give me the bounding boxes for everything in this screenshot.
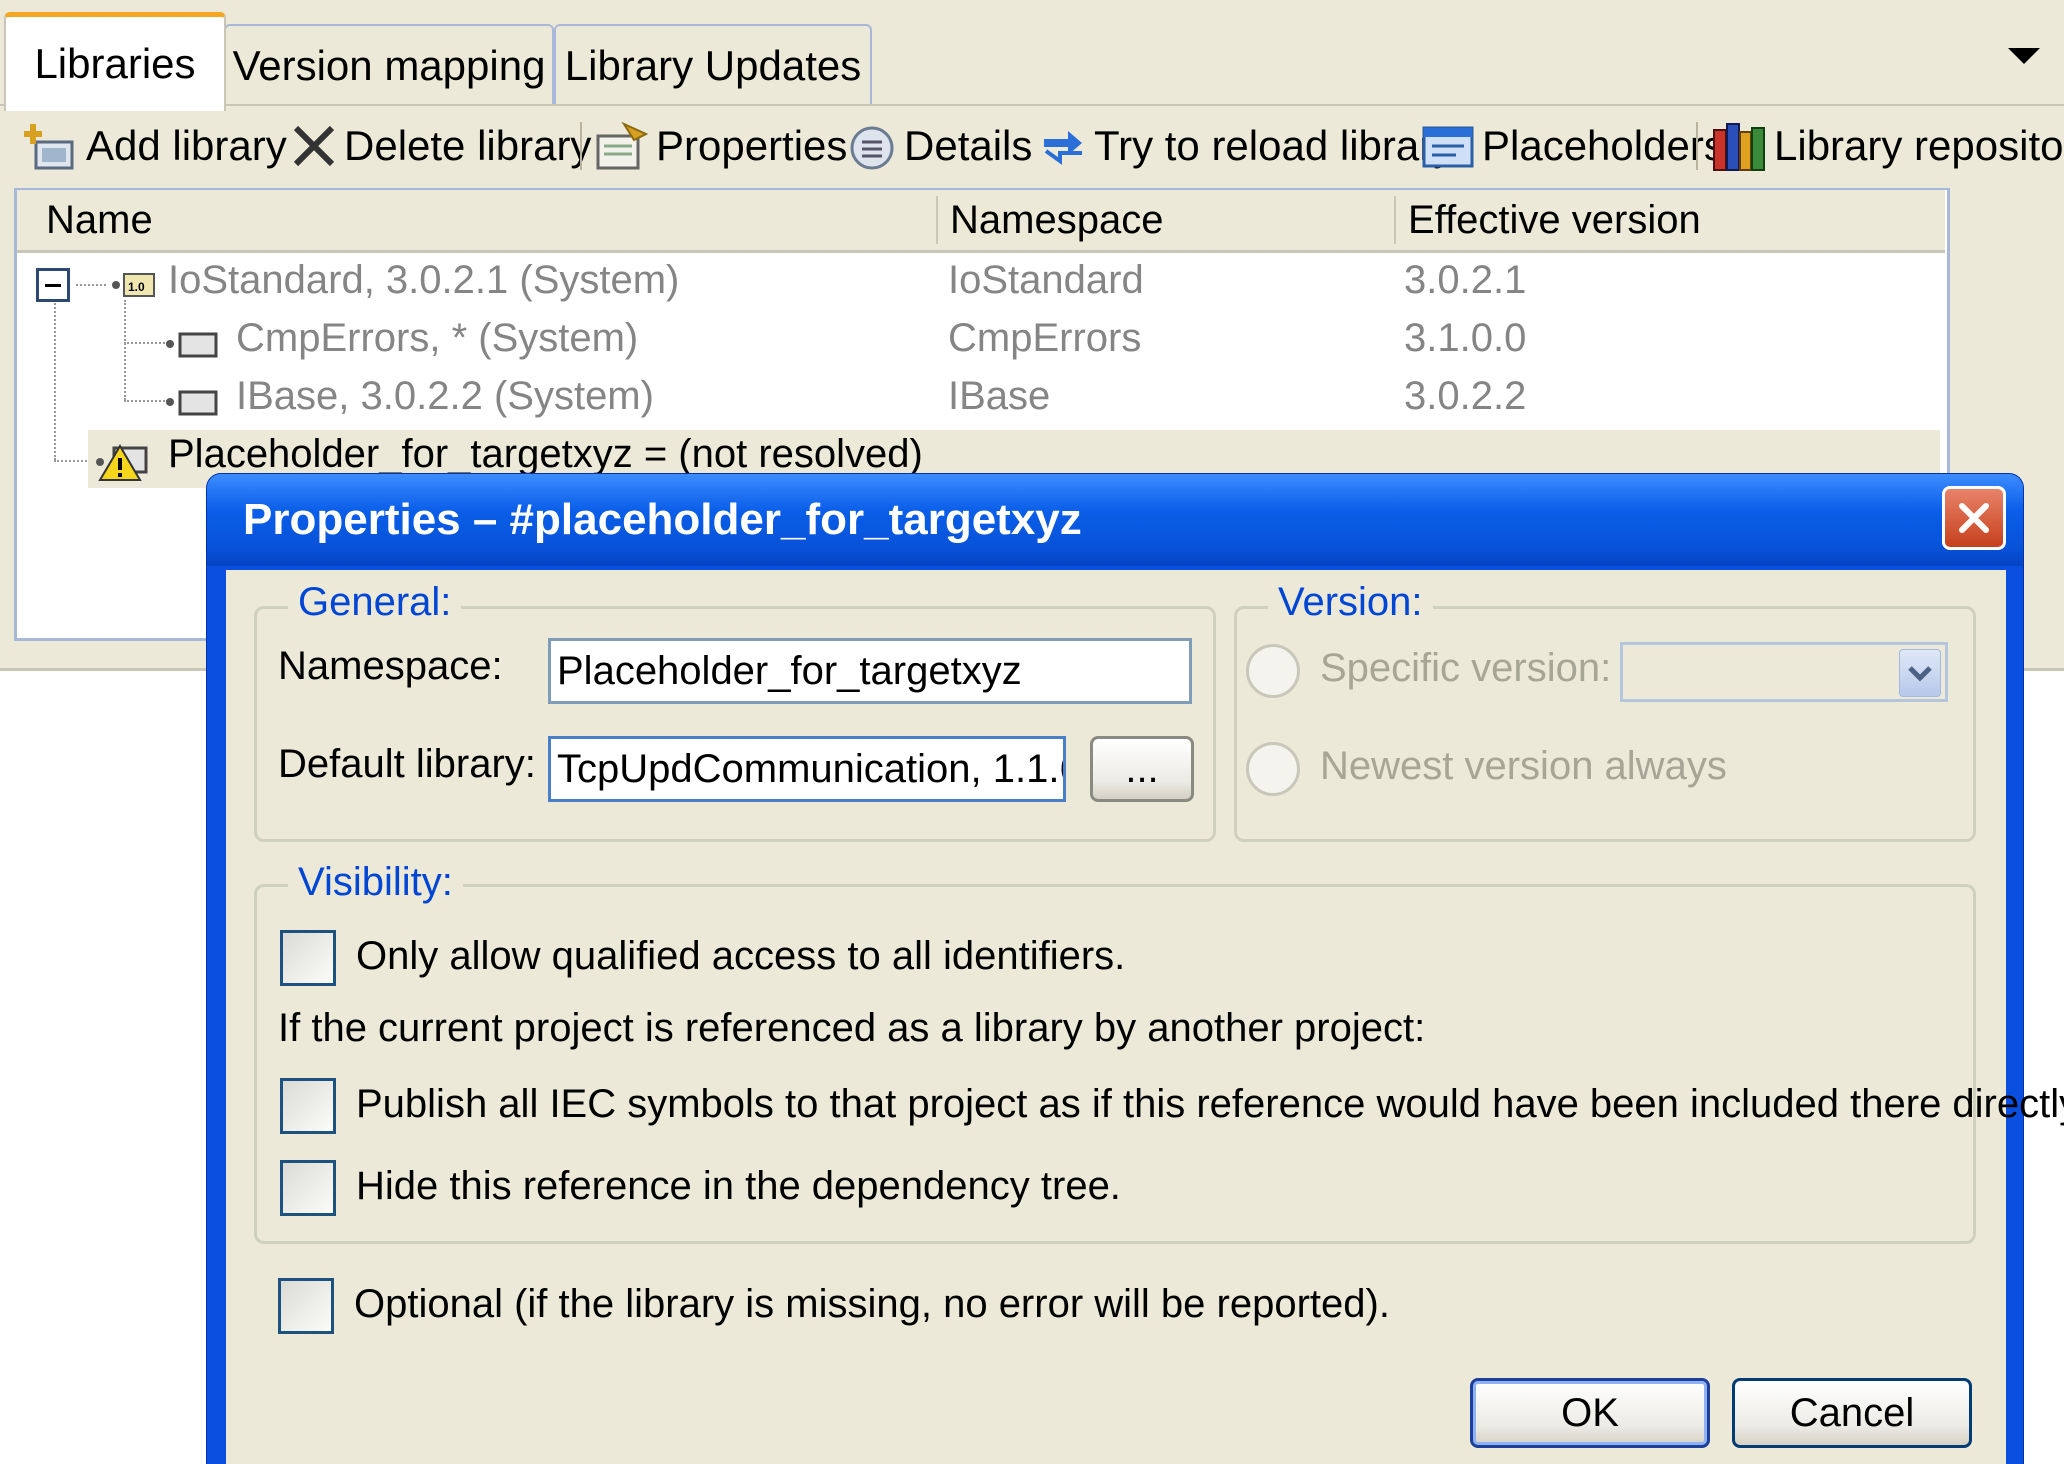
general-legend: General:	[288, 580, 462, 625]
row-name[interactable]: IBase, 3.0.2.2 (System)	[236, 374, 654, 419]
ok-button[interactable]: OK	[1470, 1378, 1710, 1448]
tab-strip-divider	[0, 104, 2064, 106]
properties-icon	[596, 121, 649, 170]
details-icon	[850, 126, 894, 170]
minus-icon	[45, 284, 61, 287]
newest-version-radio[interactable]	[1246, 742, 1300, 796]
qualified-access-checkbox[interactable]	[280, 930, 336, 986]
chevron-down-icon	[1899, 649, 1941, 697]
toolbar-separator	[1696, 122, 1698, 170]
row-version: 3.0.2.2	[1404, 374, 1527, 418]
svg-text:1.0: 1.0	[128, 280, 145, 294]
details-label: Details	[904, 122, 1033, 169]
library-icon	[166, 390, 218, 416]
newest-version-label: Newest version always	[1320, 744, 1727, 788]
tree-connector	[76, 284, 106, 286]
version-legend: Version:	[1268, 580, 1433, 625]
row-namespace: IoStandard	[948, 258, 1144, 302]
column-separator[interactable]	[1394, 196, 1396, 244]
reload-icon	[1044, 131, 1082, 165]
properties-label: Properties	[656, 122, 848, 169]
publish-symbols-label: Publish all IEC symbols to that project …	[356, 1082, 2064, 1126]
column-label: Name	[46, 197, 153, 242]
cancel-label: Cancel	[1789, 1390, 1915, 1435]
tab-label: Libraries	[34, 40, 196, 87]
tab-dropdown-icon[interactable]	[2008, 48, 2040, 64]
tree-connector	[54, 300, 56, 460]
library-icon	[166, 332, 218, 358]
delete-library-button[interactable]: Delete library	[290, 118, 591, 174]
library-repository-label: Library repository	[1774, 122, 2064, 169]
optional-label: Optional (if the library is missing, no …	[354, 1282, 1390, 1326]
column-header-namespace[interactable]: Namespace	[950, 192, 1163, 248]
default-library-label: Default library:	[278, 742, 536, 786]
tab-label: Version mapping	[232, 42, 546, 89]
add-library-label: Add library	[86, 122, 287, 169]
row-namespace: IBase	[948, 374, 1051, 418]
row-version: 3.1.0.0	[1404, 316, 1527, 360]
dialog-title: Properties – #placeholder_for_targetxyz	[243, 495, 1082, 544]
column-header-name[interactable]: Name	[46, 192, 153, 248]
referenced-note: If the current project is referenced as …	[278, 1006, 1426, 1050]
namespace-field[interactable]: Placeholder_for_targetxyz	[548, 638, 1192, 704]
column-separator[interactable]	[936, 196, 938, 244]
specific-version-label: Specific version:	[1320, 646, 1612, 690]
column-header-effective-version[interactable]: Effective version	[1408, 192, 1701, 248]
cancel-button[interactable]: Cancel	[1732, 1378, 1972, 1448]
properties-button[interactable]: Properties	[594, 118, 847, 174]
default-library-field[interactable]: TcpUpdCommunication, 1.1.6.0	[548, 736, 1066, 802]
publish-symbols-checkbox[interactable]	[280, 1078, 336, 1134]
browse-label: ...	[1125, 746, 1159, 791]
column-label: Namespace	[950, 197, 1164, 242]
tab-libraries[interactable]: Libraries	[4, 12, 226, 111]
try-reload-label: Try to reload library	[1094, 122, 1455, 169]
row-namespace: CmpErrors	[948, 316, 1142, 360]
specific-version-select[interactable]	[1620, 642, 1948, 702]
browse-library-button[interactable]: ...	[1090, 736, 1194, 802]
column-label: Effective version	[1408, 197, 1701, 242]
close-button[interactable]	[1942, 486, 2006, 550]
row-name[interactable]: IoStandard, 3.0.2.1 (System)	[168, 258, 679, 303]
collapse-toggle[interactable]	[36, 268, 70, 302]
library-repository-button[interactable]: Library repository	[1710, 118, 2064, 174]
row-name[interactable]: Placeholder_for_targetxyz = (not resolve…	[168, 432, 923, 477]
tab-library-updates[interactable]: Library Updates	[554, 24, 872, 106]
row-name[interactable]: CmpErrors, * (System)	[236, 316, 638, 361]
placeholders-label: Placeholders	[1482, 122, 1725, 169]
placeholders-button[interactable]: Placeholders	[1420, 118, 1725, 174]
add-library-icon	[24, 124, 74, 170]
qualified-access-label: Only allow qualified access to all ident…	[356, 934, 1126, 978]
delete-library-label: Delete library	[344, 122, 592, 169]
warning-icon	[96, 444, 148, 481]
close-icon	[1959, 503, 1989, 533]
namespace-label: Namespace:	[278, 644, 503, 688]
tab-label: Library Updates	[564, 42, 862, 89]
ok-label: OK	[1561, 1390, 1619, 1435]
details-button[interactable]: Details	[846, 118, 1032, 174]
placeholders-icon	[1422, 126, 1474, 168]
add-library-button[interactable]: Add library	[24, 118, 287, 174]
visibility-legend: Visibility:	[288, 860, 463, 905]
toolbar-separator	[580, 122, 582, 170]
delete-icon	[293, 125, 335, 167]
library-repository-icon	[1713, 123, 1765, 171]
row-version: 3.0.2.1	[1404, 258, 1527, 302]
specific-version-radio[interactable]	[1246, 644, 1300, 698]
library-version-icon: 1.0	[112, 273, 155, 297]
optional-checkbox[interactable]	[278, 1278, 334, 1334]
hide-reference-checkbox[interactable]	[280, 1160, 336, 1216]
tab-version-mapping[interactable]: Version mapping	[224, 24, 554, 106]
tree-connector	[124, 300, 126, 400]
hide-reference-label: Hide this reference in the dependency tr…	[356, 1164, 1121, 1208]
try-reload-library-button[interactable]: Try to reload library	[1038, 118, 1454, 174]
